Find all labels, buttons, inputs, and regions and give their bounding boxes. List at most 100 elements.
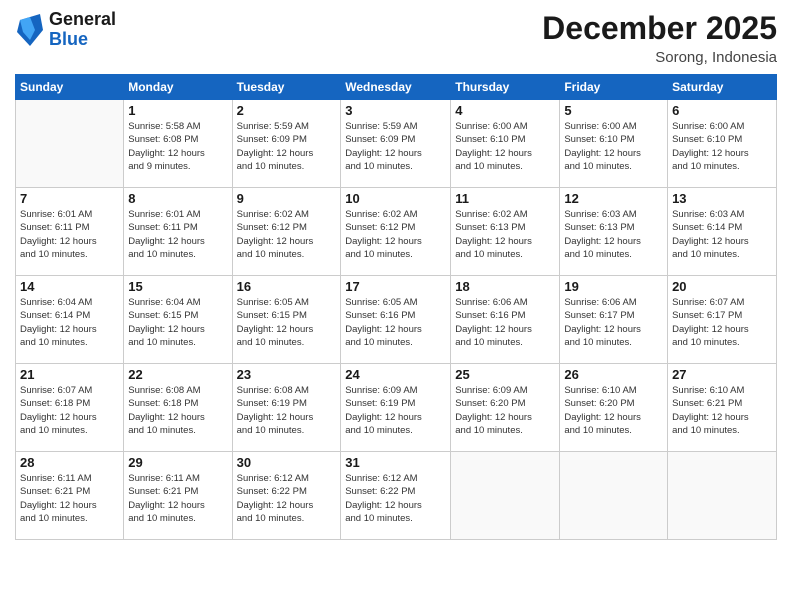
- day-info: Sunrise: 6:08 AMSunset: 6:19 PMDaylight:…: [237, 384, 337, 437]
- table-row: 7 Sunrise: 6:01 AMSunset: 6:11 PMDaylight…: [16, 188, 124, 276]
- table-row: 26 Sunrise: 6:10 AMSunset: 6:20 PMDayligh…: [560, 364, 668, 452]
- table-row: 27Sunrise: 6:10 AMSunset: 6:21 PMDayligh…: [668, 364, 777, 452]
- day-number: 22: [128, 367, 227, 382]
- calendar-week-row: 14 Sunrise: 6:04 AMSunset: 6:14 PMDayligh…: [16, 276, 777, 364]
- day-number: 25: [455, 367, 555, 382]
- day-info: Sunrise: 6:10 AMSunset: 6:20 PMDaylight:…: [564, 384, 663, 437]
- day-info: Sunrise: 6:01 AMSunset: 6:11 PMDaylight:…: [128, 208, 227, 261]
- day-info: Sunrise: 6:03 AMSunset: 6:13 PMDaylight:…: [564, 208, 663, 261]
- title-block: December 2025 Sorong, Indonesia: [542, 10, 777, 66]
- logo-blue: Blue: [49, 30, 116, 50]
- table-row: 16Sunrise: 6:05 AMSunset: 6:15 PMDayligh…: [232, 276, 341, 364]
- day-info: Sunrise: 6:08 AMSunset: 6:18 PMDaylight:…: [128, 384, 227, 437]
- calendar-header: Sunday Monday Tuesday Wednesday Thursday…: [16, 75, 777, 100]
- calendar-week-row: 21 Sunrise: 6:07 AMSunset: 6:18 PMDayligh…: [16, 364, 777, 452]
- location-subtitle: Sorong, Indonesia: [542, 49, 777, 66]
- day-info: Sunrise: 6:11 AMSunset: 6:21 PMDaylight:…: [128, 472, 227, 525]
- day-info: Sunrise: 6:12 AMSunset: 6:22 PMDaylight:…: [237, 472, 337, 525]
- day-info: Sunrise: 6:10 AMSunset: 6:21 PMDaylight:…: [672, 384, 772, 437]
- logo-icon: [15, 12, 45, 48]
- day-info: Sunrise: 6:03 AMSunset: 6:14 PMDaylight:…: [672, 208, 772, 261]
- logo-text: General Blue: [49, 10, 116, 50]
- day-number: 18: [455, 279, 555, 294]
- day-info: Sunrise: 6:09 AMSunset: 6:19 PMDaylight:…: [345, 384, 446, 437]
- table-row: 17 Sunrise: 6:05 AMSunset: 6:16 PMDayligh…: [341, 276, 451, 364]
- day-info: Sunrise: 6:05 AMSunset: 6:15 PMDaylight:…: [237, 296, 337, 349]
- day-info: Sunrise: 6:07 AMSunset: 6:18 PMDaylight:…: [20, 384, 119, 437]
- table-row: 2 Sunrise: 5:59 AMSunset: 6:09 PMDaylight…: [232, 100, 341, 188]
- day-number: 14: [20, 279, 119, 294]
- day-number: 12: [564, 191, 663, 206]
- table-row: 30 Sunrise: 6:12 AMSunset: 6:22 PMDayligh…: [232, 452, 341, 540]
- day-number: 21: [20, 367, 119, 382]
- day-info: Sunrise: 6:02 AMSunset: 6:13 PMDaylight:…: [455, 208, 555, 261]
- day-number: 26: [564, 367, 663, 382]
- calendar-table: Sunday Monday Tuesday Wednesday Thursday…: [15, 74, 777, 540]
- table-row: 13 Sunrise: 6:03 AMSunset: 6:14 PMDayligh…: [668, 188, 777, 276]
- day-number: 9: [237, 191, 337, 206]
- header-saturday: Saturday: [668, 75, 777, 100]
- day-info: Sunrise: 6:07 AMSunset: 6:17 PMDaylight:…: [672, 296, 772, 349]
- day-number: 28: [20, 455, 119, 470]
- table-row: [16, 100, 124, 188]
- table-row: 29 Sunrise: 6:11 AMSunset: 6:21 PMDayligh…: [124, 452, 232, 540]
- table-row: 24 Sunrise: 6:09 AMSunset: 6:19 PMDayligh…: [341, 364, 451, 452]
- day-number: 2: [237, 103, 337, 118]
- table-row: 12 Sunrise: 6:03 AMSunset: 6:13 PMDayligh…: [560, 188, 668, 276]
- day-number: 6: [672, 103, 772, 118]
- header-wednesday: Wednesday: [341, 75, 451, 100]
- table-row: 6 Sunrise: 6:00 AMSunset: 6:10 PMDaylight…: [668, 100, 777, 188]
- page: General Blue December 2025 Sorong, Indon…: [0, 0, 792, 612]
- table-row: 15Sunrise: 6:04 AMSunset: 6:15 PMDayligh…: [124, 276, 232, 364]
- table-row: 14 Sunrise: 6:04 AMSunset: 6:14 PMDayligh…: [16, 276, 124, 364]
- header-monday: Monday: [124, 75, 232, 100]
- day-info: Sunrise: 6:04 AMSunset: 6:14 PMDaylight:…: [20, 296, 119, 349]
- day-info: Sunrise: 6:06 AMSunset: 6:17 PMDaylight:…: [564, 296, 663, 349]
- day-number: 10: [345, 191, 446, 206]
- table-row: 19Sunrise: 6:06 AMSunset: 6:17 PMDayligh…: [560, 276, 668, 364]
- day-number: 4: [455, 103, 555, 118]
- day-info: Sunrise: 6:09 AMSunset: 6:20 PMDaylight:…: [455, 384, 555, 437]
- header-thursday: Thursday: [451, 75, 560, 100]
- table-row: 20 Sunrise: 6:07 AMSunset: 6:17 PMDayligh…: [668, 276, 777, 364]
- day-number: 13: [672, 191, 772, 206]
- day-number: 8: [128, 191, 227, 206]
- day-info: Sunrise: 6:02 AMSunset: 6:12 PMDaylight:…: [345, 208, 446, 261]
- day-info: Sunrise: 6:00 AMSunset: 6:10 PMDaylight:…: [672, 120, 772, 173]
- table-row: 23Sunrise: 6:08 AMSunset: 6:19 PMDayligh…: [232, 364, 341, 452]
- logo-general: General: [49, 10, 116, 30]
- header-tuesday: Tuesday: [232, 75, 341, 100]
- table-row: 18 Sunrise: 6:06 AMSunset: 6:16 PMDayligh…: [451, 276, 560, 364]
- header: General Blue December 2025 Sorong, Indon…: [15, 10, 777, 66]
- calendar-week-row: 7 Sunrise: 6:01 AMSunset: 6:11 PMDaylight…: [16, 188, 777, 276]
- day-number: 29: [128, 455, 227, 470]
- day-number: 24: [345, 367, 446, 382]
- day-number: 20: [672, 279, 772, 294]
- day-info: Sunrise: 5:59 AMSunset: 6:09 PMDaylight:…: [345, 120, 446, 173]
- day-number: 1: [128, 103, 227, 118]
- day-number: 17: [345, 279, 446, 294]
- day-info: Sunrise: 5:58 AMSunset: 6:08 PMDaylight:…: [128, 120, 227, 173]
- day-number: 31: [345, 455, 446, 470]
- day-info: Sunrise: 6:01 AMSunset: 6:11 PMDaylight:…: [20, 208, 119, 261]
- calendar-body: 1 Sunrise: 5:58 AMSunset: 6:08 PMDaylight…: [16, 100, 777, 540]
- day-number: 7: [20, 191, 119, 206]
- table-row: 3Sunrise: 5:59 AMSunset: 6:09 PMDaylight…: [341, 100, 451, 188]
- table-row: 1 Sunrise: 5:58 AMSunset: 6:08 PMDaylight…: [124, 100, 232, 188]
- day-number: 11: [455, 191, 555, 206]
- calendar-week-row: 28 Sunrise: 6:11 AMSunset: 6:21 PMDayligh…: [16, 452, 777, 540]
- day-info: Sunrise: 6:02 AMSunset: 6:12 PMDaylight:…: [237, 208, 337, 261]
- calendar-week-row: 1 Sunrise: 5:58 AMSunset: 6:08 PMDaylight…: [16, 100, 777, 188]
- table-row: 25 Sunrise: 6:09 AMSunset: 6:20 PMDayligh…: [451, 364, 560, 452]
- table-row: 31 Sunrise: 6:12 AMSunset: 6:22 PMDayligh…: [341, 452, 451, 540]
- day-info: Sunrise: 5:59 AMSunset: 6:09 PMDaylight:…: [237, 120, 337, 173]
- day-info: Sunrise: 6:05 AMSunset: 6:16 PMDaylight:…: [345, 296, 446, 349]
- table-row: 21 Sunrise: 6:07 AMSunset: 6:18 PMDayligh…: [16, 364, 124, 452]
- table-row: [451, 452, 560, 540]
- weekday-header-row: Sunday Monday Tuesday Wednesday Thursday…: [16, 75, 777, 100]
- day-info: Sunrise: 6:00 AMSunset: 6:10 PMDaylight:…: [564, 120, 663, 173]
- day-info: Sunrise: 6:12 AMSunset: 6:22 PMDaylight:…: [345, 472, 446, 525]
- day-number: 30: [237, 455, 337, 470]
- day-info: Sunrise: 6:00 AMSunset: 6:10 PMDaylight:…: [455, 120, 555, 173]
- day-info: Sunrise: 6:06 AMSunset: 6:16 PMDaylight:…: [455, 296, 555, 349]
